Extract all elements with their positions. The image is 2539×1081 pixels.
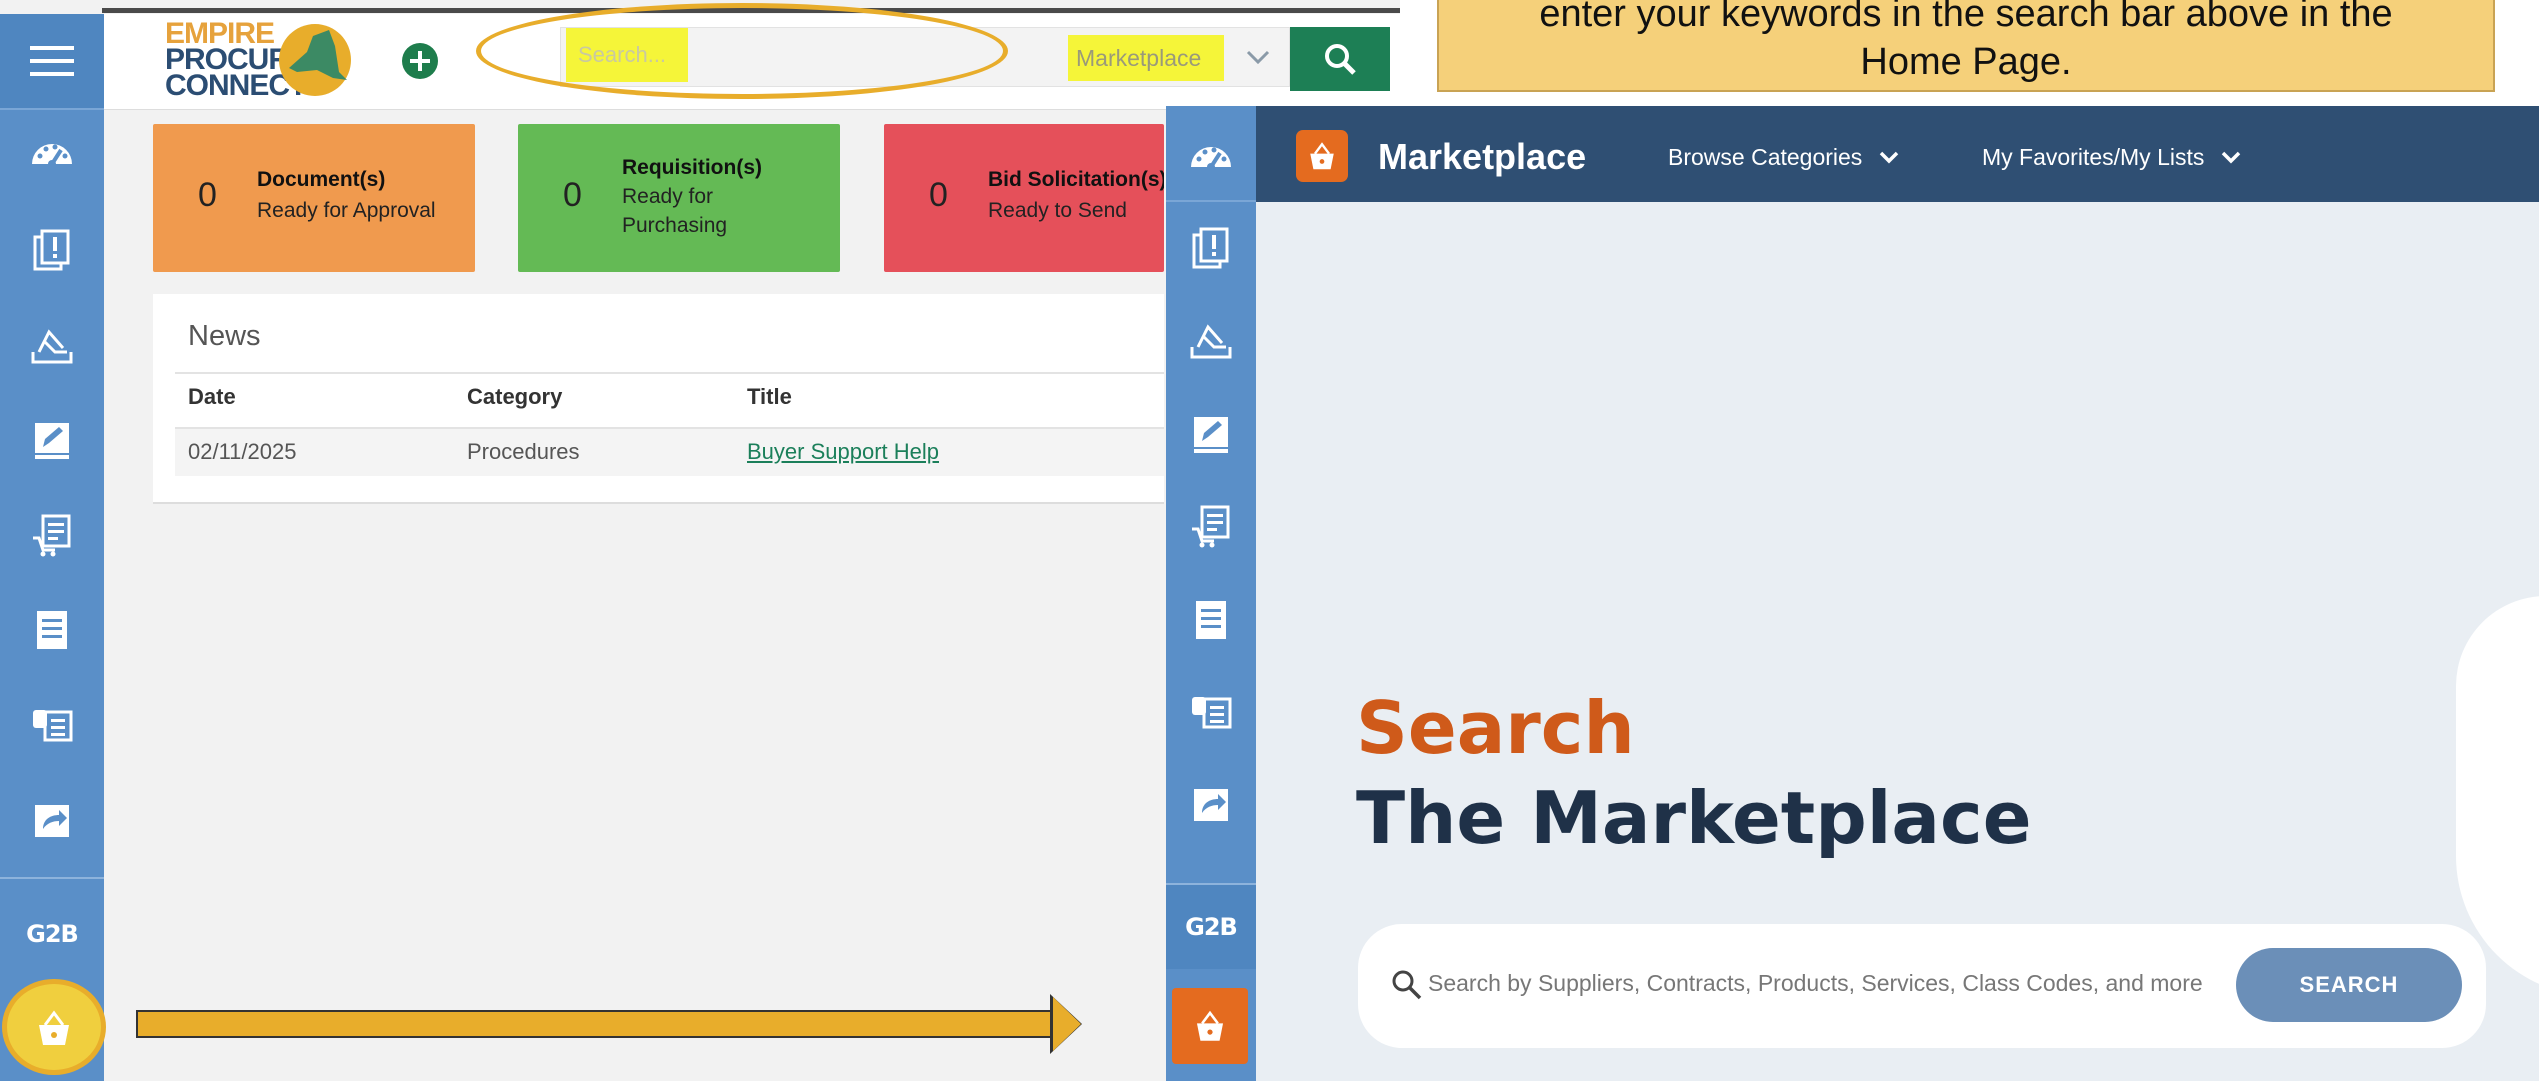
instruction-callout: enter your keywords in the search bar ab… bbox=[1437, 0, 2495, 92]
marketplace-search-input[interactable]: Search by Suppliers, Contracts, Products… bbox=[1428, 970, 2203, 997]
invoice-icon[interactable] bbox=[0, 600, 104, 660]
column-header-date[interactable]: Date bbox=[188, 384, 236, 410]
card-count: 0 bbox=[929, 176, 948, 214]
receipt-cart-icon[interactable] bbox=[0, 505, 104, 565]
marketplace-logo[interactable] bbox=[1296, 130, 1348, 182]
hero-heading-search: Search bbox=[1356, 686, 1635, 770]
edit-document-icon[interactable] bbox=[1166, 404, 1256, 464]
column-header-category[interactable]: Category bbox=[467, 384, 562, 410]
documents-card[interactable]: 0 Document(s) Ready for Approval bbox=[153, 124, 475, 272]
card-count: 0 bbox=[563, 176, 582, 214]
sidebar-divider bbox=[0, 877, 104, 879]
nav-label: My Favorites/My Lists bbox=[1982, 144, 2205, 170]
chevron-down-icon bbox=[2221, 151, 2241, 164]
table-row bbox=[175, 429, 1164, 476]
g2b-label: G2B bbox=[26, 920, 79, 948]
marketplace-title[interactable]: Marketplace bbox=[1378, 136, 1586, 178]
nav-my-favorites[interactable]: My Favorites/My Lists bbox=[1982, 144, 2241, 171]
basket-icon bbox=[1310, 142, 1334, 170]
dashboard-icon[interactable] bbox=[0, 125, 104, 185]
marketplace-basket-icon[interactable] bbox=[6, 998, 102, 1058]
basket-icon bbox=[1196, 1010, 1224, 1041]
requisitions-card[interactable]: 0 Requisition(s) Ready for Purchasing bbox=[518, 124, 840, 272]
news-category: Procedures bbox=[467, 439, 580, 464]
card-subtitle: Ready for Purchasing bbox=[622, 185, 728, 237]
receipt-cart-icon[interactable] bbox=[1166, 496, 1256, 556]
marketplace-screenshot: G2B Marketplace Browse Categories My Fav… bbox=[1166, 106, 2539, 1081]
marketplace-sidebar: G2B bbox=[1166, 106, 1256, 1081]
search-scope-select[interactable]: Marketplace bbox=[1068, 35, 1224, 81]
hero-heading-marketplace: The Marketplace bbox=[1356, 776, 2032, 860]
callout-line-1: enter your keywords in the search bar ab… bbox=[1539, 0, 2393, 35]
search-icon bbox=[1392, 970, 1422, 1000]
dashboard-icon[interactable] bbox=[1166, 128, 1256, 188]
news-title-link[interactable]: Buyer Support Help bbox=[747, 439, 939, 465]
requisition-tray-icon[interactable] bbox=[1166, 310, 1256, 370]
search-icon bbox=[1325, 44, 1356, 75]
edit-document-icon[interactable] bbox=[0, 410, 104, 470]
pointer-arrow-head bbox=[1053, 997, 1081, 1051]
search-highlight-ellipse bbox=[476, 3, 1008, 99]
marketplace-search-button[interactable]: SEARCH bbox=[2236, 948, 2462, 1022]
marketplace-header: Marketplace Browse Categories My Favorit… bbox=[1256, 106, 2539, 202]
payment-icon[interactable] bbox=[1166, 682, 1256, 742]
card-title: Document(s) bbox=[257, 168, 386, 191]
home-search-button[interactable] bbox=[1290, 27, 1390, 91]
empire-procure-connect-logo[interactable]: EMPIRE PROCURE CONNECT bbox=[165, 19, 355, 101]
card-subtitle: Ready for Approval bbox=[257, 199, 436, 222]
card-title: Requisition(s) bbox=[622, 156, 762, 179]
payment-icon[interactable] bbox=[0, 695, 104, 755]
requisition-tray-icon[interactable] bbox=[0, 315, 104, 375]
add-button[interactable] bbox=[402, 43, 438, 79]
divider bbox=[175, 372, 1164, 374]
marketplace-basket-button[interactable] bbox=[1172, 988, 1248, 1064]
column-header-title[interactable]: Title bbox=[747, 384, 792, 410]
g2b-label: G2B bbox=[1185, 913, 1238, 941]
g2b-link[interactable]: G2B bbox=[0, 904, 104, 964]
g2b-link[interactable]: G2B bbox=[1166, 885, 1256, 969]
bid-solicitations-card[interactable]: 0 Bid Solicitation(s) Ready to Send bbox=[884, 124, 1164, 272]
menu-toggle[interactable] bbox=[0, 14, 104, 110]
marketplace-search-bar: Search by Suppliers, Contracts, Products… bbox=[1358, 924, 2486, 1048]
share-icon[interactable] bbox=[0, 790, 104, 850]
news-date: 02/11/2025 bbox=[188, 439, 297, 464]
chevron-down-icon[interactable] bbox=[1244, 42, 1272, 72]
news-title: News bbox=[188, 320, 261, 352]
callout-line-2: Home Page. bbox=[1860, 41, 2072, 83]
news-panel: News Date Category Title 02/11/2025 Proc… bbox=[153, 294, 1164, 504]
documents-alert-icon[interactable] bbox=[0, 220, 104, 280]
card-count: 0 bbox=[198, 176, 217, 214]
documents-alert-icon[interactable] bbox=[1166, 218, 1256, 278]
new-york-map-icon bbox=[279, 24, 351, 96]
chevron-down-icon bbox=[1879, 151, 1898, 164]
pointer-arrow bbox=[136, 1010, 1056, 1038]
card-subtitle: Ready to Send bbox=[988, 199, 1127, 222]
invoice-icon[interactable] bbox=[1166, 590, 1256, 650]
nav-label: Browse Categories bbox=[1668, 144, 1863, 170]
hamburger-icon bbox=[30, 46, 74, 76]
card-title: Bid Solicitation(s) bbox=[988, 168, 1164, 191]
nav-browse-categories[interactable]: Browse Categories bbox=[1668, 144, 1899, 171]
plus-icon bbox=[410, 51, 430, 71]
share-icon[interactable] bbox=[1166, 774, 1256, 834]
